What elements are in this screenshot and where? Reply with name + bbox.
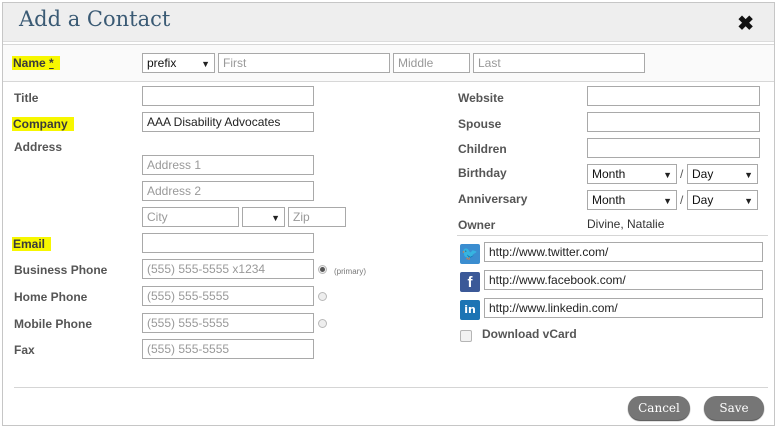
website-label: Website: [458, 91, 504, 105]
company-input[interactable]: AAA Disability Advocates: [142, 112, 314, 132]
city-input[interactable]: City: [142, 207, 239, 227]
birthday-month-select[interactable]: Month ▼: [587, 164, 677, 184]
cancel-button[interactable]: Cancel: [628, 396, 690, 420]
chevron-down-icon: ▼: [663, 170, 672, 180]
name-label: Name *: [12, 56, 60, 70]
footer-divider: [14, 387, 768, 388]
spouse-label: Spouse: [458, 117, 502, 131]
birthday-label: Birthday: [458, 166, 507, 180]
twitter-input[interactable]: http://www.twitter.com/: [484, 242, 763, 262]
anniversary-label: Anniversary: [458, 192, 528, 206]
mobile-phone-label: Mobile Phone: [14, 317, 92, 331]
facebook-input[interactable]: http://www.facebook.com/: [484, 270, 763, 290]
download-vcard-checkbox[interactable]: [460, 330, 472, 342]
primary-label: (primary): [334, 267, 366, 276]
chevron-down-icon: ▼: [201, 59, 210, 69]
linkedin-input[interactable]: http://www.linkedin.com/: [484, 298, 763, 318]
linkedin-icon: in: [460, 300, 480, 320]
birthday-day-select[interactable]: Day ▼: [687, 164, 758, 184]
home-phone-label: Home Phone: [14, 290, 88, 304]
name-row: Name * prefix ▼ First Middle Last: [3, 44, 774, 82]
prefix-select[interactable]: prefix ▼: [142, 53, 215, 73]
title-input[interactable]: [142, 86, 314, 106]
chevron-down-icon: ▼: [271, 213, 280, 223]
date-separator: /: [680, 167, 684, 181]
state-select[interactable]: ▼: [242, 207, 285, 227]
address1-input[interactable]: Address 1: [142, 155, 314, 175]
zip-input[interactable]: Zip: [288, 207, 346, 227]
email-input[interactable]: [142, 233, 314, 253]
spouse-input[interactable]: [587, 112, 760, 132]
owner-value: Divine, Natalie: [587, 217, 665, 231]
owner-label: Owner: [458, 218, 496, 232]
address-label: Address: [14, 140, 63, 154]
social-divider: [457, 235, 768, 236]
download-vcard-label: Download vCard: [482, 327, 577, 341]
company-label: Company: [12, 117, 74, 131]
website-input[interactable]: [587, 86, 760, 106]
address2-input[interactable]: Address 2: [142, 181, 314, 201]
anniversary-day-select[interactable]: Day ▼: [687, 190, 758, 210]
chevron-down-icon: ▼: [663, 196, 672, 206]
close-icon[interactable]: ✖: [737, 11, 754, 36]
save-button[interactable]: Save: [704, 396, 764, 420]
date-separator: /: [680, 193, 684, 207]
fax-input[interactable]: (555) 555-5555: [142, 339, 314, 359]
children-label: Children: [458, 142, 507, 156]
dialog-titlebar: Add a Contact ✖: [3, 3, 774, 42]
last-name-input[interactable]: Last: [473, 53, 645, 73]
required-marker: *: [49, 56, 54, 70]
children-input[interactable]: [587, 138, 760, 158]
home-phone-primary-radio[interactable]: [318, 292, 327, 301]
business-phone-primary-radio[interactable]: [318, 265, 327, 274]
mobile-phone-primary-radio[interactable]: [318, 319, 327, 328]
home-phone-input[interactable]: (555) 555-5555: [142, 286, 314, 306]
anniversary-month-select[interactable]: Month ▼: [587, 190, 677, 210]
middle-name-input[interactable]: Middle: [393, 53, 470, 73]
first-name-input[interactable]: First: [218, 53, 390, 73]
mobile-phone-input[interactable]: (555) 555-5555: [142, 313, 314, 333]
email-label: Email: [12, 237, 52, 251]
dialog-title: Add a Contact: [19, 7, 171, 31]
add-contact-dialog: Add a Contact ✖ Name * prefix ▼ First Mid…: [2, 2, 775, 426]
twitter-icon: 🐦: [460, 244, 480, 264]
facebook-icon: f: [460, 272, 480, 292]
fax-label: Fax: [14, 343, 35, 357]
business-phone-input[interactable]: (555) 555-5555 x1234: [142, 259, 314, 279]
chevron-down-icon: ▼: [744, 170, 753, 180]
title-label: Title: [14, 91, 39, 105]
business-phone-label: Business Phone: [14, 263, 108, 277]
chevron-down-icon: ▼: [744, 196, 753, 206]
